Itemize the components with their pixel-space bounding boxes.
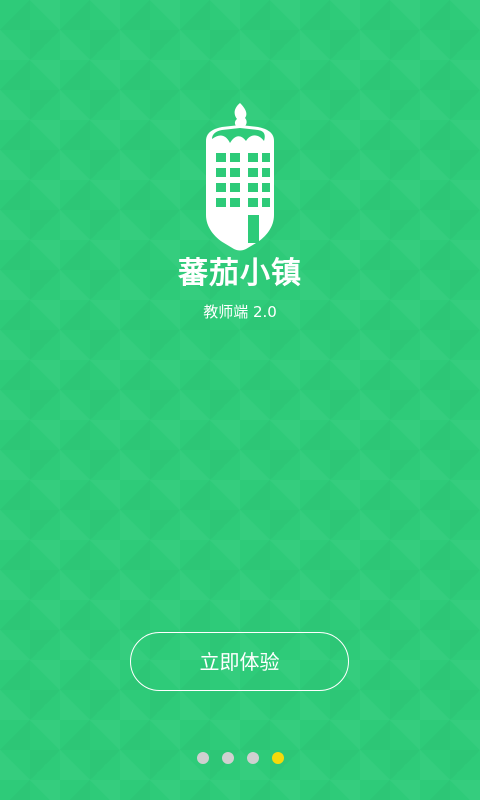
page-indicator xyxy=(0,752,480,766)
page-dot[interactable] xyxy=(221,752,234,764)
start-experience-button[interactable]: 立即体验 xyxy=(130,632,349,691)
page-dot[interactable] xyxy=(246,752,259,764)
page-dot-active[interactable] xyxy=(271,752,284,764)
page-dot[interactable] xyxy=(196,752,209,764)
tomato-building-icon xyxy=(206,103,274,251)
splash-screen: 蕃茄小镇 教师端 2.0 立即体验 xyxy=(0,0,480,800)
app-name: 蕃茄小镇 xyxy=(178,256,302,291)
app-subtitle: 教师端 2.0 xyxy=(203,303,277,321)
